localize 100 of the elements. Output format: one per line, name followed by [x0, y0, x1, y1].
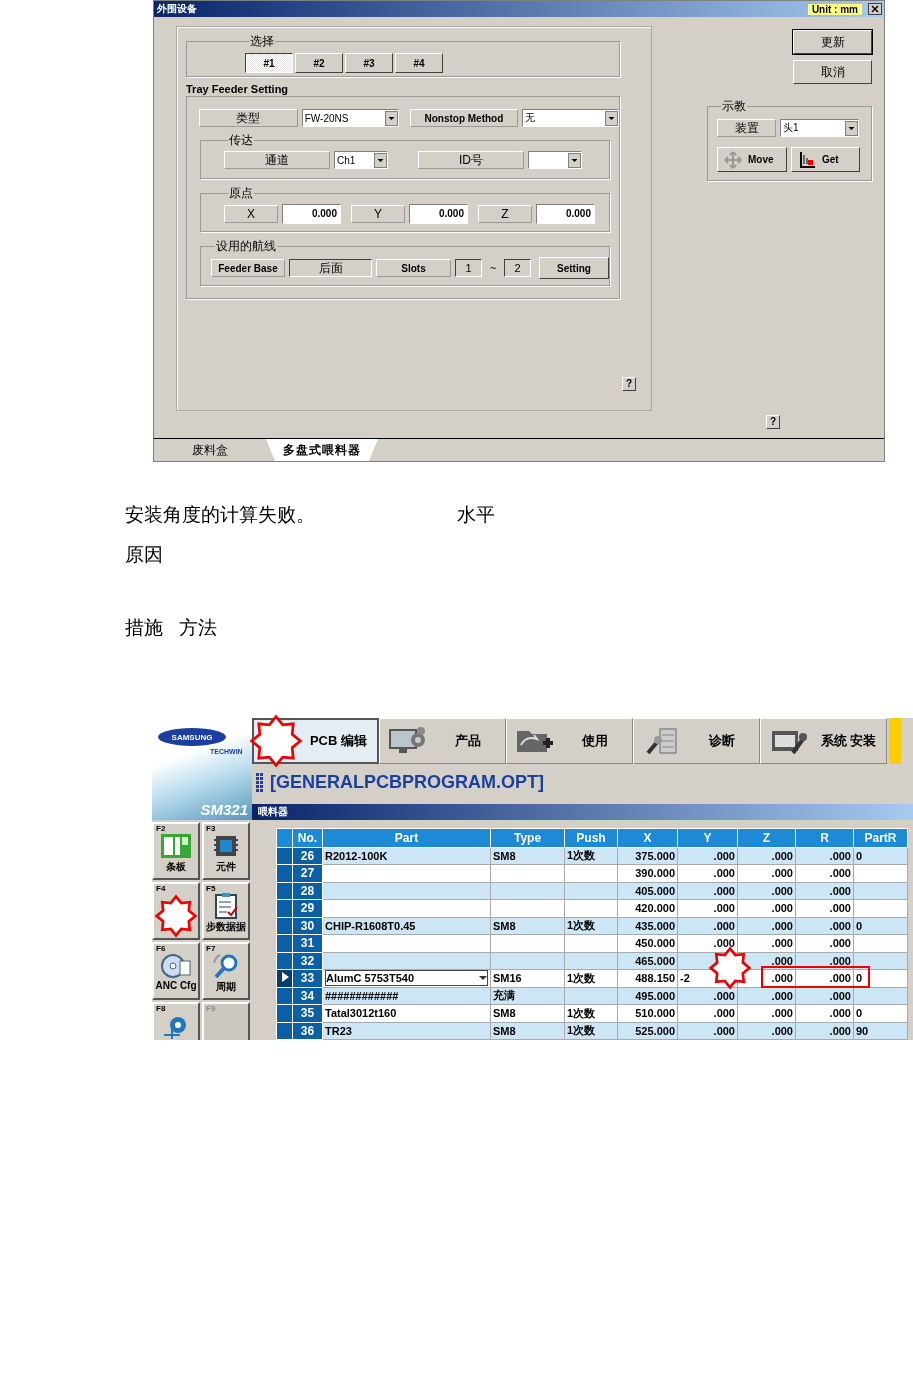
toolbar-button[interactable]: 使用 [506, 718, 633, 764]
input-field[interactable]: 0.000 [282, 204, 341, 224]
table-cell: .000 [829, 954, 851, 967]
table-cell: R2012-100K [325, 849, 388, 862]
field-label: Slots [376, 259, 451, 277]
table-cell: 1次数 [567, 1006, 596, 1019]
program-name: [GENERALPCBPROGRAM.OPT] [270, 772, 544, 794]
toggle-button[interactable]: #2 [295, 53, 343, 73]
table-cell: .000 [713, 919, 735, 932]
table-cell: SM8 [493, 919, 516, 932]
toolbar-button[interactable]: 系统 安装 [760, 718, 887, 764]
field-label: ID号 [418, 151, 524, 169]
table-cell: Tatal3012t160 [325, 1007, 397, 1020]
table-cell: -2 [680, 972, 690, 985]
table-cell: 90 [856, 1024, 869, 1037]
toggle-button[interactable]: #3 [345, 53, 393, 73]
panel-title: 喂料器 [252, 803, 913, 820]
field-label: 类型 [199, 109, 298, 127]
get-button[interactable]: Get [791, 147, 860, 172]
value-field: 后面 [289, 259, 372, 277]
callout-starburst [154, 894, 198, 938]
help-button[interactable]: ? [766, 415, 780, 429]
toggle-button[interactable]: #1 [245, 53, 293, 73]
model-label: SM321 [200, 801, 248, 818]
unit-badge: Unit : mm [807, 3, 862, 15]
table-cell: .000 [771, 1007, 793, 1020]
column-header: No. [292, 828, 323, 847]
input-field[interactable]: 0.000 [536, 204, 595, 224]
table-cell: .000 [771, 937, 793, 950]
table-cell: .000 [829, 989, 851, 1002]
function-key-button[interactable]: F6 ANC Cfg [152, 942, 200, 1000]
toggle-button[interactable]: #4 [395, 53, 443, 73]
disc-icon [160, 953, 192, 979]
table-cell: .000 [713, 989, 735, 1002]
range-separator: ~ [488, 262, 498, 274]
table-cell: SM8 [493, 849, 516, 862]
column-header: R [795, 828, 854, 847]
table-cell: .000 [771, 954, 793, 967]
table-cell: .000 [771, 919, 793, 932]
table-cell: .000 [771, 1024, 793, 1037]
table-cell: ############ [325, 989, 399, 1002]
table-cell: 465.000 [635, 954, 675, 967]
toolbar-button[interactable]: 产品 [379, 718, 506, 764]
group-label: 原点 [228, 185, 254, 202]
table-cell: .000 [829, 867, 851, 880]
group-label: 示教 [721, 98, 747, 115]
section-title: Tray Feeder Setting [186, 83, 290, 95]
note-text: 方法 [179, 616, 217, 640]
toolbar-button-edge [889, 718, 901, 764]
function-key-button[interactable]: F7 周期 [202, 942, 250, 1000]
nonstop-dropdown[interactable]: 无 [522, 109, 619, 127]
note-text: 安装角度的计算失败。 [125, 503, 315, 527]
tab[interactable]: 多盘式喂料器 [266, 439, 378, 461]
table-cell: .000 [771, 884, 793, 897]
group-label: 选择 [249, 33, 275, 50]
cancel-button[interactable]: 取消 [793, 60, 872, 84]
channel-dropdown[interactable]: Ch1 [334, 151, 388, 169]
note-text: 措施 [125, 616, 163, 640]
value-field[interactable]: 1 [455, 259, 482, 277]
table-cell: CHIP-R1608T0.45 [325, 919, 416, 932]
table-cell: 1次数 [567, 971, 596, 984]
table-cell: .000 [771, 989, 793, 1002]
window-title: 外围设备 [157, 2, 198, 16]
part-dropdown[interactable]: AlumC 5753T540 [325, 970, 488, 987]
function-key-button[interactable]: F8 [152, 1002, 200, 1040]
function-key-button[interactable]: F2 条板 [152, 822, 200, 880]
id-dropdown[interactable] [528, 151, 582, 169]
move-button[interactable]: Move [717, 147, 787, 172]
device-dropdown[interactable]: 头1 [780, 119, 859, 137]
table-cell: SM8 [493, 1024, 516, 1037]
table-cell: .000 [829, 1024, 851, 1037]
table-cell: .000 [829, 1007, 851, 1020]
function-key-button[interactable]: F3 元件 [202, 822, 250, 880]
tab[interactable]: 废料盒 [154, 439, 266, 461]
field-label: Nonstop Method [409, 109, 519, 127]
table-cell: 375.000 [635, 849, 675, 862]
value-field[interactable]: 2 [504, 259, 531, 277]
update-button[interactable]: 更新 [793, 30, 872, 54]
field-label: 通道 [224, 151, 330, 169]
group-label: 设用的航线 [215, 238, 277, 255]
field-label: Y [351, 205, 405, 223]
grip-icon [256, 772, 264, 793]
input-field[interactable]: 0.000 [409, 204, 468, 224]
table-cell: .000 [829, 902, 851, 915]
table-cell: 525.000 [635, 1024, 675, 1037]
toolbar-button[interactable]: 诊断 [633, 718, 760, 764]
function-key-button[interactable]: F5 步数据据 [202, 882, 250, 940]
table-cell: 1次数 [567, 849, 596, 862]
table-cell: .000 [771, 849, 793, 862]
table-cell: 435.000 [635, 919, 675, 932]
group-label: 传达 [228, 132, 254, 149]
table-cell: .000 [771, 972, 793, 985]
close-icon[interactable] [868, 3, 882, 15]
table-cell: 1次数 [567, 1024, 596, 1037]
setting-button[interactable]: Setting [539, 257, 609, 279]
type-dropdown[interactable]: FW-20NS [301, 109, 399, 127]
help-button[interactable]: ? [622, 377, 636, 391]
table-cell: 390.000 [635, 867, 675, 880]
table-cell: .000 [771, 867, 793, 880]
column-header: Push [564, 828, 618, 847]
